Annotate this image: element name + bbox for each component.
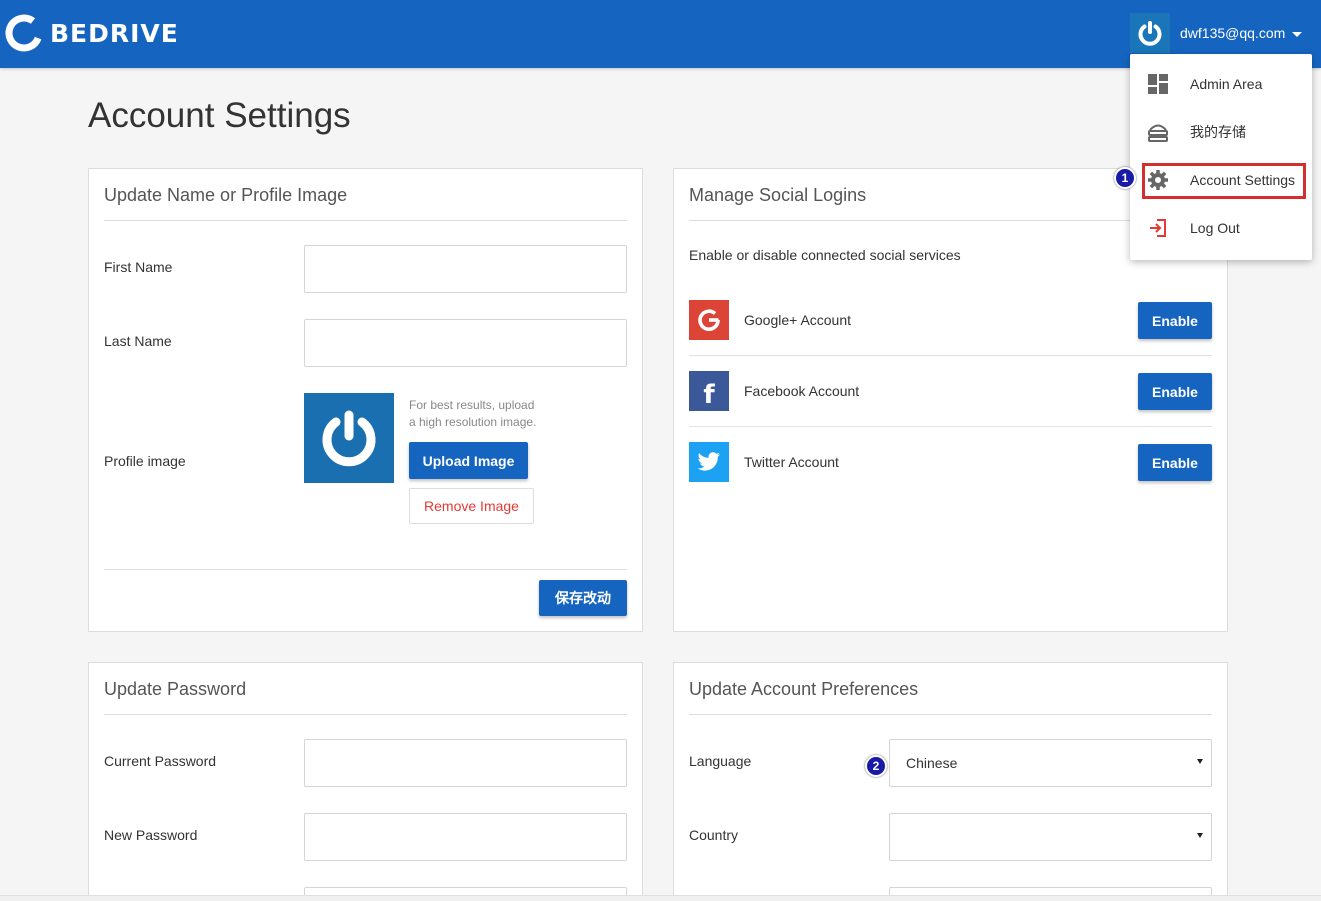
password-panel: Update Password Current Password New Pas… — [88, 662, 643, 901]
twitter-icon — [689, 442, 729, 482]
upload-hint-line1: For best results, upload — [409, 398, 535, 412]
upload-image-button[interactable]: Upload Image — [409, 442, 528, 479]
profile-panel: Update Name or Profile Image First Name … — [88, 168, 643, 632]
enable-facebook-button[interactable]: Enable — [1138, 373, 1212, 410]
profile-image-label: Profile image — [104, 453, 186, 469]
current-password-field[interactable] — [304, 739, 627, 787]
google-icon — [689, 300, 729, 340]
country-select[interactable] — [889, 813, 1212, 861]
logo-icon — [5, 14, 43, 52]
step-1-badge: 1 — [1114, 167, 1136, 189]
panel-title: Manage Social Logins — [689, 185, 867, 205]
new-password-field[interactable] — [304, 813, 627, 861]
facebook-glyph: f — [703, 380, 715, 410]
select-arrow-icon — [1197, 833, 1203, 838]
save-changes-button[interactable]: 保存改动 — [539, 580, 627, 616]
google-account-label: Google+ Account — [744, 312, 852, 328]
divider — [689, 426, 1212, 427]
last-name-field[interactable] — [304, 319, 627, 367]
remove-image-button[interactable]: Remove Image — [409, 488, 534, 524]
upload-hint-line2: a high resolution image. — [409, 415, 537, 429]
select-arrow-icon — [1197, 759, 1203, 764]
language-select[interactable]: Chinese — [889, 739, 1212, 787]
panel-title: Update Password — [104, 679, 247, 699]
social-description: Enable or disable connected social servi… — [689, 247, 961, 263]
enable-google-button[interactable]: Enable — [1138, 302, 1212, 339]
bottom-strip — [0, 895, 1321, 901]
twitter-account-label: Twitter Account — [744, 454, 839, 470]
dashboard-icon — [1147, 73, 1169, 95]
brand-name: BEDRIVE — [50, 18, 179, 48]
account-settings-highlight — [1142, 163, 1306, 199]
power-avatar-icon — [1135, 18, 1165, 48]
last-name-label: Last Name — [104, 333, 172, 349]
user-menu-toggle[interactable]: dwf135@qq.com — [1130, 12, 1303, 54]
power-avatar-icon — [322, 410, 376, 467]
top-navbar: BEDRIVE dwf135@qq.com — [0, 0, 1321, 68]
preferences-panel: Update Account Preferences Language Chin… — [673, 662, 1228, 901]
user-dropdown-menu: Admin Area 我的存储 Account Settings Log Out — [1130, 54, 1312, 260]
divider — [104, 569, 627, 570]
avatar — [1130, 13, 1170, 53]
language-selected-value: Chinese — [906, 755, 958, 771]
first-name-field[interactable] — [304, 245, 627, 293]
panel-title: Update Account Preferences — [689, 679, 919, 699]
user-email: dwf135@qq.com — [1180, 25, 1286, 41]
divider — [104, 220, 627, 221]
first-name-label: First Name — [104, 259, 173, 275]
menu-item-label: Log Out — [1190, 220, 1240, 236]
profile-image-preview — [304, 393, 394, 483]
facebook-icon: f — [689, 371, 729, 411]
menu-item-my-storage[interactable]: 我的存储 — [1130, 108, 1312, 156]
page-title: Account Settings — [88, 96, 351, 135]
language-label: Language — [689, 753, 752, 769]
logout-icon — [1147, 217, 1169, 239]
menu-item-label: 我的存储 — [1190, 124, 1246, 140]
current-password-label: Current Password — [104, 753, 217, 769]
enable-twitter-button[interactable]: Enable — [1138, 444, 1212, 481]
menu-item-admin-area[interactable]: Admin Area — [1130, 60, 1312, 108]
chevron-down-icon — [1292, 31, 1303, 37]
divider — [689, 355, 1212, 356]
panel-title: Update Name or Profile Image — [104, 185, 348, 205]
menu-item-log-out[interactable]: Log Out — [1130, 204, 1312, 252]
divider — [104, 714, 627, 715]
new-password-label: New Password — [104, 827, 198, 843]
country-label: Country — [689, 827, 739, 843]
facebook-account-label: Facebook Account — [744, 383, 860, 399]
divider — [689, 714, 1212, 715]
menu-item-label: Admin Area — [1190, 76, 1263, 92]
step-2-badge: 2 — [865, 755, 887, 777]
bedrive-logo[interactable]: BEDRIVE — [4, 13, 179, 53]
storage-icon — [1147, 121, 1169, 143]
